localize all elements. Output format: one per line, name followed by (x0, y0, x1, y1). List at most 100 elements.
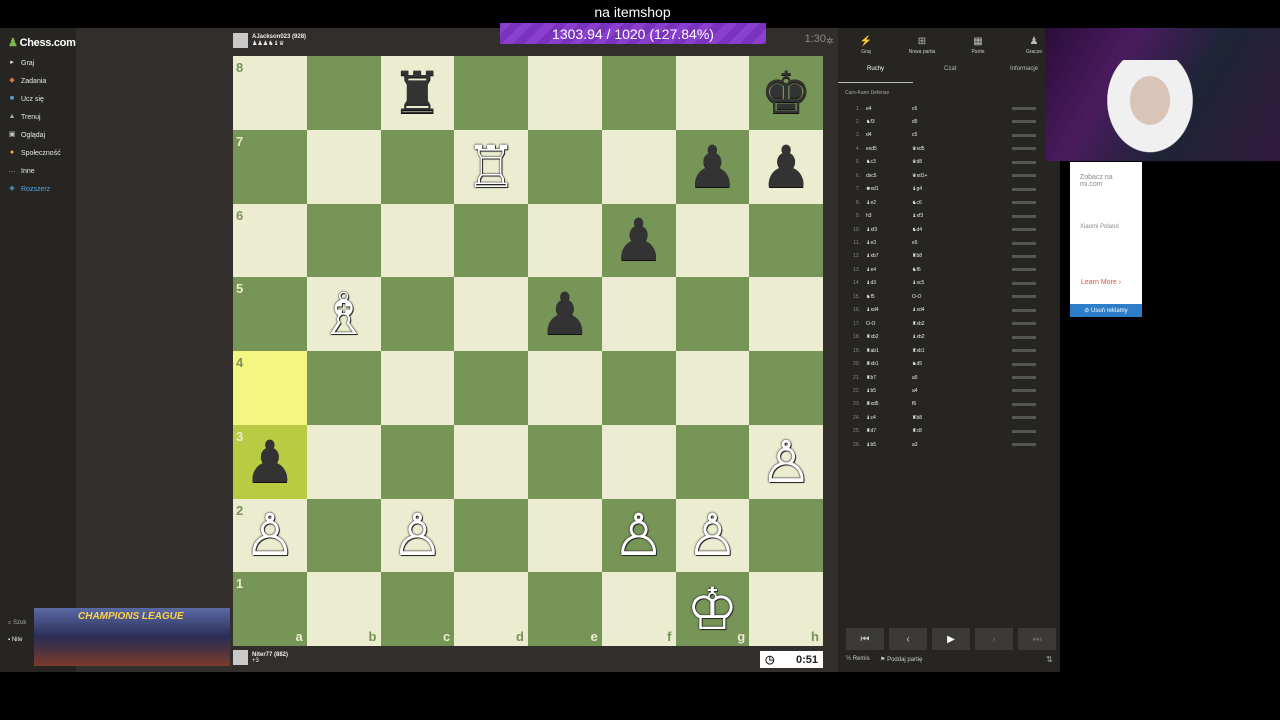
piece-h7[interactable]: ♟ (760, 138, 812, 196)
square-h3[interactable]: ♙ (749, 424, 823, 499)
sidebar-item-puzzles[interactable]: ◆ Zadania (8, 74, 46, 88)
white-move[interactable]: ♝b5 (866, 442, 912, 448)
white-move[interactable]: ♞c3 (866, 159, 912, 165)
resign-button[interactable]: ⚑ Poddaj partię (880, 656, 922, 663)
black-move[interactable]: ♞f6 (912, 267, 1012, 273)
white-move[interactable]: dxc5 (866, 173, 912, 179)
black-move[interactable]: a3 (912, 442, 1012, 448)
prev-move-button[interactable]: ‹ (889, 628, 927, 650)
square-a4[interactable]: 4 (233, 351, 307, 425)
white-move[interactable]: ♜b7 (866, 375, 912, 381)
square-h4[interactable] (749, 351, 823, 425)
move-row[interactable]: 10. ♝xf3 ♞d4 (838, 223, 1060, 236)
black-move[interactable]: ♛xd5 (912, 146, 1012, 152)
move-row[interactable]: 1. e4 c6 (838, 102, 1060, 115)
square-e4[interactable] (528, 351, 602, 425)
piece-g1[interactable]: ♔ (686, 580, 738, 638)
sidebar-item-more[interactable]: … Inne (8, 164, 35, 178)
move-row[interactable]: 17. O-O ♜xb2 (838, 317, 1060, 330)
square-b2[interactable] (306, 498, 381, 573)
square-h1[interactable]: h (749, 572, 823, 646)
white-move[interactable]: ♝d3 (866, 280, 912, 286)
white-move[interactable]: ♞f5 (866, 294, 912, 300)
square-c2[interactable]: ♙ (380, 498, 455, 573)
black-move[interactable]: O-O (912, 294, 1012, 300)
tab-games[interactable]: ▦ Partie (953, 36, 1003, 55)
sidebar-search[interactable]: ⌕ Szuk (8, 620, 26, 627)
white-move[interactable]: O-O (866, 321, 912, 327)
subtab-chat[interactable]: Czat (944, 66, 956, 72)
square-g8[interactable] (675, 56, 750, 130)
black-move[interactable]: ♝xf3 (912, 213, 1012, 219)
move-row[interactable]: 25. ♜d7 ♜c8 (838, 425, 1060, 438)
move-row[interactable]: 7. ♚xd1 ♝g4 (838, 183, 1060, 196)
move-row[interactable]: 2. ♞f3 d5 (838, 115, 1060, 128)
square-f8[interactable] (601, 56, 676, 130)
black-move[interactable]: ♜xb2 (912, 321, 1012, 327)
white-move[interactable]: ♜xb2 (866, 334, 912, 340)
square-c6[interactable] (380, 203, 455, 278)
move-row[interactable]: 9. h3 ♝xf3 (838, 210, 1060, 223)
square-h2[interactable] (749, 498, 823, 573)
tab-play[interactable]: ⚡ Graj (841, 36, 891, 55)
move-row[interactable]: 14. ♝d3 ♝xc5 (838, 277, 1060, 290)
square-c3[interactable] (380, 424, 455, 499)
white-move[interactable]: ♝e2 (866, 200, 912, 206)
white-move[interactable]: ♝xd4 (866, 307, 912, 313)
square-g4[interactable] (675, 351, 750, 425)
move-row[interactable]: 8. ♝e2 ♞c6 (838, 196, 1060, 209)
move-row[interactable]: 11. ♝e3 e5 (838, 237, 1060, 250)
piece-c2[interactable]: ♙ (391, 506, 443, 564)
square-d8[interactable] (454, 56, 528, 130)
square-e8[interactable] (528, 56, 602, 130)
square-d5[interactable] (454, 277, 528, 351)
move-row[interactable]: 18. ♜xb2 ♝xb2 (838, 331, 1060, 344)
sidebar-item-play[interactable]: ▸ Graj (8, 56, 34, 70)
white-move[interactable]: ♜ab1 (866, 348, 912, 354)
move-row[interactable]: 22. ♝b5 a4 (838, 384, 1060, 397)
last-move-button[interactable]: ⏭ (1018, 628, 1056, 650)
move-row[interactable]: 21. ♜b7 a5 (838, 371, 1060, 384)
square-h7[interactable]: ♟ (749, 129, 823, 204)
square-d6[interactable] (454, 203, 528, 278)
move-row[interactable]: 20. ♜xb1 ♞d5 (838, 358, 1060, 371)
white-move[interactable]: h3 (866, 213, 912, 219)
black-move[interactable]: ♝g4 (912, 186, 1012, 192)
square-g7[interactable]: ♟ (675, 129, 750, 204)
square-a3[interactable]: 3 ♟ (233, 424, 307, 499)
piece-f6[interactable]: ♟ (613, 211, 665, 269)
square-d3[interactable] (454, 424, 528, 499)
white-move[interactable]: ♜xd5 (866, 401, 912, 407)
piece-b5[interactable]: ♗ (318, 285, 370, 343)
square-d1[interactable]: d (454, 572, 528, 646)
black-move[interactable]: f6 (912, 401, 1012, 407)
piece-a2[interactable]: ♙ (244, 506, 296, 564)
white-move[interactable]: e4 (866, 106, 912, 112)
square-e2[interactable] (528, 498, 602, 573)
black-move[interactable]: ♜b8 (912, 415, 1012, 421)
square-c8[interactable]: ♜ (380, 56, 455, 130)
black-move[interactable]: ♝xc5 (912, 280, 1012, 286)
white-move[interactable]: ♞f3 (866, 119, 912, 125)
black-move[interactable]: ♝xd4 (912, 307, 1012, 313)
square-e7[interactable] (528, 129, 602, 204)
next-move-button[interactable]: › (975, 628, 1013, 650)
piece-g7[interactable]: ♟ (686, 138, 738, 196)
white-move[interactable]: ♜xb1 (866, 361, 912, 367)
square-f7[interactable] (601, 129, 676, 204)
square-f6[interactable]: ♟ (601, 203, 676, 278)
black-move[interactable]: ♛xd1+ (912, 173, 1012, 179)
square-h8[interactable]: ♚ (749, 56, 823, 130)
black-move[interactable]: ♞c6 (912, 200, 1012, 206)
square-b7[interactable] (306, 129, 381, 204)
black-move[interactable]: ♞d4 (912, 227, 1012, 233)
square-f1[interactable]: f (601, 572, 676, 646)
white-move[interactable]: ♚xd1 (866, 186, 912, 192)
black-move[interactable]: ♞d5 (912, 361, 1012, 367)
piece-a3[interactable]: ♟ (244, 433, 296, 491)
white-move[interactable]: ♝b5 (866, 388, 912, 394)
square-b6[interactable] (306, 203, 381, 278)
square-f4[interactable] (601, 351, 676, 425)
square-e5[interactable]: ♟ (528, 277, 602, 351)
move-row[interactable]: 23. ♜xd5 f6 (838, 398, 1060, 411)
